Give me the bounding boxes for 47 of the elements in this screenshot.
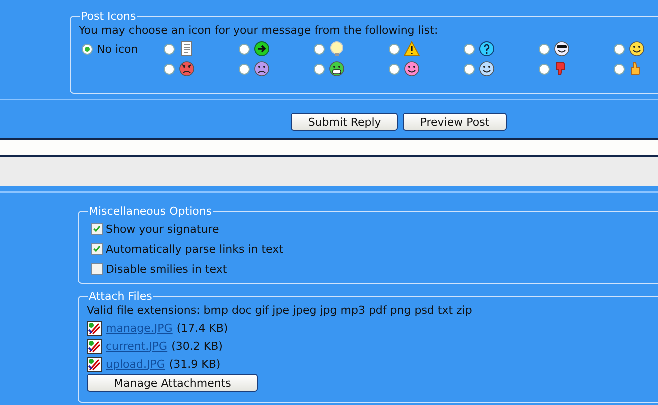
wink-face-icon (479, 61, 495, 77)
smiley-icon (629, 41, 645, 57)
form-button[interactable]: Submit Reply (291, 113, 398, 131)
checkbox-label: Disable smilies in text (106, 262, 228, 276)
radio-button[interactable] (164, 44, 175, 54)
checkbox-label: Automatically parse links in text (106, 242, 284, 256)
radio-button[interactable] (614, 64, 625, 74)
file-size: (30.2 KB) (172, 340, 223, 352)
checkbox[interactable] (91, 263, 103, 275)
question-icon (479, 41, 495, 57)
radio-button[interactable] (389, 64, 400, 74)
file-size: (17.4 KB) (176, 322, 228, 334)
radio-button[interactable] (464, 44, 475, 54)
image-file-icon (87, 320, 102, 336)
image-file-icon (87, 338, 102, 354)
radio-button[interactable] (82, 44, 93, 54)
warning-icon (404, 41, 420, 57)
instruction-text: You may choose an icon for your message from the following list: (79, 24, 440, 37)
smiley-icon (404, 61, 420, 77)
radio-button[interactable] (239, 64, 250, 74)
radio-button[interactable] (314, 64, 325, 74)
radio-button[interactable] (539, 44, 550, 54)
checkbox[interactable] (91, 243, 103, 255)
angry-face-icon (179, 61, 195, 77)
lightbulb-icon (329, 41, 345, 57)
radio-button[interactable] (614, 44, 625, 54)
sad-face-icon (254, 61, 270, 77)
radio-button[interactable] (314, 44, 325, 54)
image-file-icon (87, 356, 102, 372)
radio-button[interactable] (464, 64, 475, 74)
file-size: (31.9 KB) (169, 358, 221, 370)
radio-button[interactable] (239, 44, 250, 54)
grin-face-icon (329, 61, 345, 77)
radio-button[interactable] (389, 44, 400, 54)
extensions-text: Valid file extensions: bmp doc gif jpe jpeg jpg mp3 pdf png psd txt zip (87, 303, 474, 319)
panel-legend: Post Icons (80, 10, 138, 23)
manage-attachments-button[interactable]: Manage Attachments (87, 374, 258, 392)
radio-label: No icon (97, 42, 138, 56)
sunglasses-face-icon (554, 41, 570, 57)
form-button[interactable]: Preview Post (403, 113, 507, 131)
radio-button[interactable] (539, 64, 550, 74)
radio-button[interactable] (164, 64, 175, 74)
panel-legend: Attach Files (88, 290, 154, 303)
document-icon (179, 41, 195, 57)
panel-legend: Miscellaneous Options (88, 205, 214, 218)
checkbox-label: Show your signature (106, 222, 220, 236)
checkbox[interactable] (91, 223, 103, 235)
